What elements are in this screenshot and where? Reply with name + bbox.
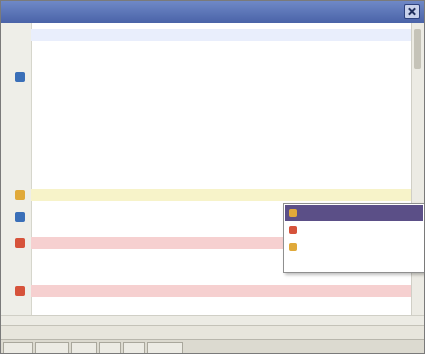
- status-mode: [271, 327, 331, 339]
- bottom-tab[interactable]: [99, 342, 121, 353]
- bottom-tab[interactable]: [35, 342, 69, 353]
- bottom-tab-bar: [1, 339, 424, 353]
- scrollbar-thumb[interactable]: [414, 29, 421, 69]
- breakpoint-marker-icon[interactable]: [15, 72, 25, 82]
- popup-item[interactable]: [285, 205, 423, 221]
- status-message: [5, 327, 155, 339]
- warning-highlight-line: [31, 189, 414, 201]
- bottom-tab[interactable]: [123, 342, 145, 353]
- error-marker-icon[interactable]: [15, 286, 25, 296]
- quickfix-icon: [289, 226, 297, 234]
- warning-marker-icon[interactable]: [15, 190, 25, 200]
- title-bar: [1, 1, 424, 23]
- bottom-tab[interactable]: [147, 342, 183, 353]
- info-highlight-line: [31, 29, 414, 41]
- bottom-tab[interactable]: [71, 342, 97, 353]
- quickfix-icon: [289, 243, 297, 251]
- bottom-tab[interactable]: [3, 342, 33, 353]
- close-icon[interactable]: [404, 4, 420, 19]
- status-position: [346, 327, 406, 339]
- window-title: [7, 5, 384, 19]
- quick-fix-popup: [283, 203, 424, 273]
- quickfix-icon: [289, 209, 297, 217]
- popup-item[interactable]: [285, 222, 423, 238]
- ide-window: [0, 0, 425, 354]
- status-bar: [1, 325, 424, 340]
- breakpoint-marker-icon[interactable]: [15, 212, 25, 222]
- popup-item-label: [301, 207, 419, 219]
- popup-item[interactable]: [285, 239, 423, 255]
- popup-item-label: [301, 224, 419, 236]
- error-marker-icon[interactable]: [15, 238, 25, 248]
- editor-gutter[interactable]: [1, 23, 32, 315]
- code-editor[interactable]: [1, 23, 424, 315]
- popup-item-label: [301, 241, 419, 253]
- error-highlight-line: [31, 285, 414, 297]
